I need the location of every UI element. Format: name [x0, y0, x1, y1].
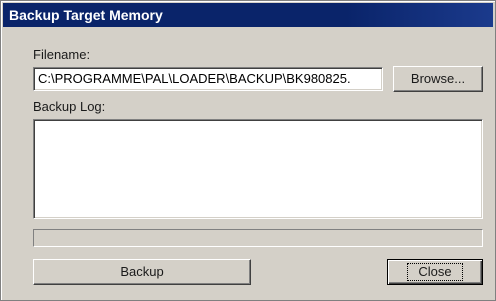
title-bar[interactable]: Backup Target Memory [3, 3, 493, 27]
close-button[interactable]: Close [387, 259, 483, 285]
filename-field[interactable]: C:\PROGRAMME\PAL\LOADER\BACKUP\BK980825. [33, 67, 383, 91]
browse-button[interactable]: Browse... [393, 66, 483, 92]
backup-log-label: Backup Log: [33, 99, 106, 114]
filename-label: Filename: [33, 47, 91, 62]
window-title: Backup Target Memory [9, 7, 163, 23]
close-button-label: Close [407, 263, 463, 281]
backup-dialog: Backup Target Memory Filename: C:\PROGRA… [0, 0, 496, 301]
progress-bar [33, 229, 483, 247]
backup-log-area[interactable] [33, 119, 483, 219]
backup-button[interactable]: Backup [33, 259, 251, 285]
